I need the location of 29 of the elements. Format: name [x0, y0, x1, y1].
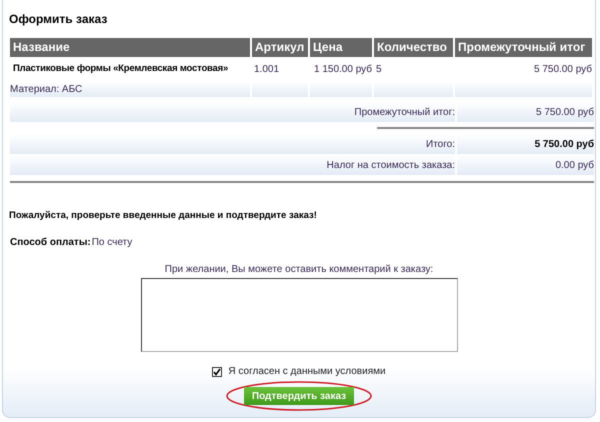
- agree-checkbox[interactable]: [212, 366, 222, 377]
- total-label: Промежуточный итог:: [10, 102, 455, 122]
- checkmark-icon: [213, 368, 222, 376]
- column-header: Артикул: [252, 38, 308, 57]
- column-header: Цена: [310, 38, 372, 57]
- total-label: Итого:: [10, 134, 455, 154]
- comment-label: При желании, Вы можете оставить комментарий к заказу:: [164, 263, 434, 278]
- column-header: Название: [10, 38, 250, 57]
- total-value: 5 750.00 руб: [457, 134, 594, 154]
- table-cell: [252, 81, 308, 97]
- payment-value: По счету: [92, 236, 132, 250]
- page-title: Оформить заказ: [9, 11, 108, 28]
- product-option: Материал: АБС: [10, 81, 250, 97]
- table-cell-text: 5 750.00 руб: [533, 62, 592, 76]
- total-value: 0.00 руб: [457, 155, 594, 175]
- total-label: Налог на стоимость заказа:: [10, 155, 455, 175]
- agree-label: Я согласен с данными условиями: [228, 365, 386, 380]
- table-cell: [310, 81, 372, 97]
- table-cell-text: 1.001: [253, 62, 280, 76]
- confirmation-message: Пожалуйста, проверьте введенные данные и подтвердите заказ!: [9, 209, 317, 223]
- table-cell-text: 1 150.00 руб: [313, 62, 372, 76]
- table-cell-text: 5: [375, 62, 383, 76]
- confirm-order-button[interactable]: Подтвердить заказ: [244, 387, 354, 406]
- payment-label: Способ оплаты:: [10, 236, 91, 250]
- total-value: 5 750.00 руб: [457, 102, 594, 122]
- column-header: Промежуточный итог: [455, 38, 592, 57]
- column-header: Количество: [374, 38, 453, 57]
- product-name: Пластиковые формы «Кремлевская мостовая»: [12, 62, 228, 76]
- comment-field[interactable]: [140, 278, 458, 352]
